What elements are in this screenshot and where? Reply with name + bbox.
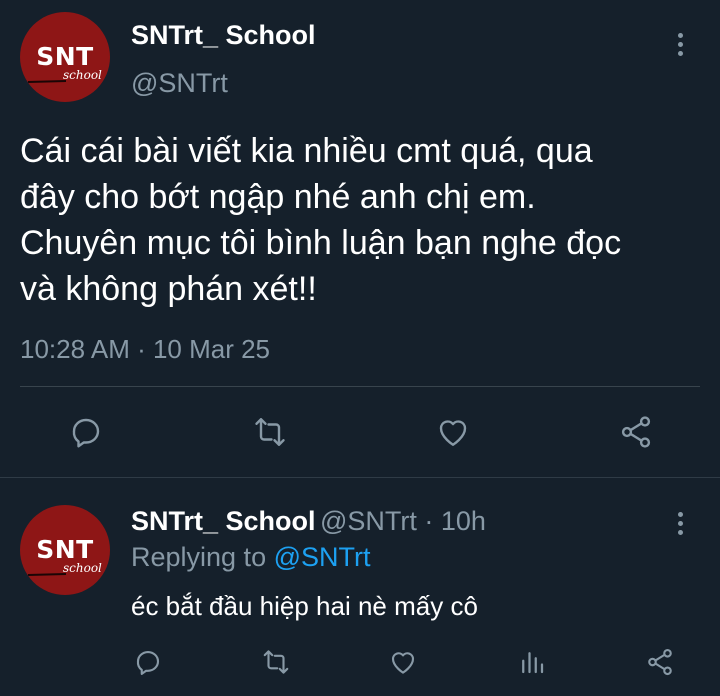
tweet-line: Chuyên mục tôi bình luận bạn nghe đọc xyxy=(20,224,622,262)
more-options-icon[interactable] xyxy=(678,33,684,60)
replying-to-label: Replying to xyxy=(131,542,274,572)
timestamp[interactable]: 10:28 AM · 10 Mar 25 xyxy=(20,334,270,365)
avatar-initials: SNT xyxy=(36,535,94,564)
reply-header: SNTrt_ School @SNTrt · 10h xyxy=(131,506,486,537)
avatar[interactable]: SNT school xyxy=(20,505,110,595)
more-options-icon[interactable] xyxy=(678,512,684,539)
tweet-text: Cái cái bài viết kia nhiều cmt quá, qua … xyxy=(20,128,700,312)
avatar-initials: SNT xyxy=(36,42,94,71)
retweet-icon[interactable] xyxy=(252,414,288,450)
reply-icon[interactable] xyxy=(133,647,163,677)
analytics-icon[interactable] xyxy=(517,647,547,677)
user-handle[interactable]: @SNTrt xyxy=(131,68,228,99)
avatar-stroke xyxy=(28,80,67,83)
display-name[interactable]: SNTrt_ School xyxy=(131,20,316,51)
avatar-stroke xyxy=(28,573,67,576)
replying-to-link[interactable]: @SNTrt xyxy=(274,542,371,572)
replying-to: Replying to @SNTrt xyxy=(131,542,371,573)
tweet-line: Cái cái bài viết kia nhiều cmt quá, qua xyxy=(20,132,593,170)
avatar-subtext: school xyxy=(63,68,102,82)
like-icon[interactable] xyxy=(388,647,418,677)
handle-and-time[interactable]: @SNTrt · 10h xyxy=(320,506,486,536)
retweet-icon[interactable] xyxy=(261,647,291,677)
reply-icon[interactable] xyxy=(68,414,104,450)
like-icon[interactable] xyxy=(435,414,471,450)
avatar-subtext: school xyxy=(63,561,102,575)
display-name[interactable]: SNTrt_ School xyxy=(131,506,316,536)
avatar[interactable]: SNT school xyxy=(20,12,110,102)
share-icon[interactable] xyxy=(618,414,654,450)
tweet-line: đây cho bớt ngập nhé anh chị em. xyxy=(20,178,536,216)
reply-text: éc bắt đầu hiệp hai nè mấy cô xyxy=(131,591,478,621)
share-icon[interactable] xyxy=(645,647,675,677)
divider xyxy=(20,386,700,387)
divider xyxy=(0,477,720,478)
tweet-line: và không phán xét!! xyxy=(20,270,317,308)
